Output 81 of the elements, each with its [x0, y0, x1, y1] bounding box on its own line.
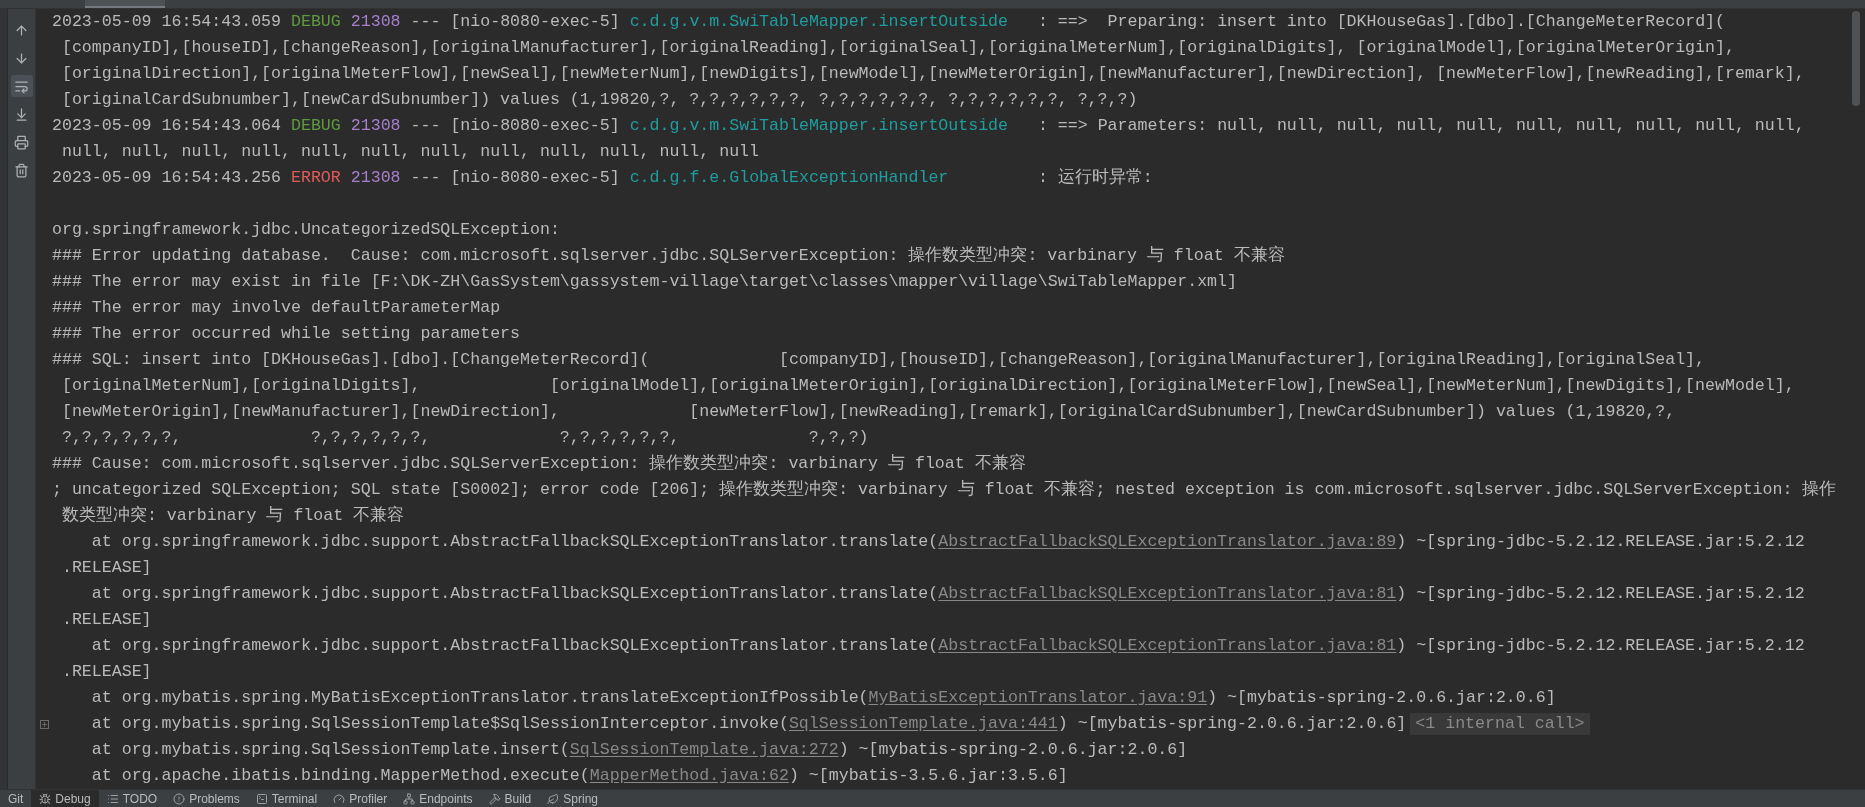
log-text: org.springframework.jdbc.UncategorizedSQLException:: [52, 218, 560, 241]
log-level: DEBUG: [291, 114, 341, 137]
alert-icon: [173, 792, 186, 805]
stack-frame: at org.mybatis.spring.MyBatisExceptionTranslator.translateExceptionIfPossible(MyBatisExceptionTranslator.java:91) ~[mybatis-spring-2.0.6.jar:2.0.6]: [52, 685, 1556, 711]
gauge-icon: [333, 792, 346, 805]
arrow-up-icon: [14, 22, 29, 38]
log-level: DEBUG: [291, 10, 341, 33]
source-link[interactable]: SqlSessionTemplate.java:272: [569, 739, 839, 759]
network-icon: [403, 792, 416, 805]
stack-frame: at org.apache.ibatis.binding.MapperMethod.execute(MapperMethod.java:62) ~[mybatis-3.5.6.jar:3.5.6]: [52, 763, 1068, 789]
logger-name: c.d.g.v.m.SwiTableMapper.insertOutside: [629, 11, 1009, 31]
bug-icon: [39, 792, 52, 805]
source-link[interactable]: AbstractFallbackSQLExceptionTranslator.java:81: [938, 583, 1397, 603]
stack-frame: at org.mybatis.spring.SqlSessionTemplate$SqlSessionInterceptor.invoke(SqlSessionTemplate.java:441) ~[mybatis-spring-2.0.6.jar:2.0.6]: [52, 711, 1407, 737]
tool-window-tab[interactable]: Endpoints: [395, 790, 481, 807]
log-text: .RELEASE]: [60, 660, 152, 683]
log-separator: ---: [410, 166, 441, 189]
logger-name: c.d.g.f.e.GlobalExceptionHandler: [629, 167, 949, 187]
stack-frame: at org.mybatis.spring.SqlSessionTemplate.insert(SqlSessionTemplate.java:272) ~[mybatis-spring-2.0.6.jar:2.0.6]: [52, 737, 1188, 763]
log-text: [originalMeterNum],[originalDigits], [originalModel],[originalMeterOrigin],[originalDirection],[originalMeterFlow],[newSeal],[newMeterNum],[newDigits],[newModel],: [60, 374, 1795, 397]
log-text: [originalCardSubnumber],[newCardSubnumber]) values (1,19820,?, ?,?,?,?,?,?, ?,?,?,?,?,?, ?,?,?,?,?,?, ?,?,?): [60, 88, 1138, 111]
tool-window-tab[interactable]: Problems: [165, 790, 248, 807]
tool-window-tab[interactable]: Terminal: [247, 790, 326, 807]
log-text: [companyID],[houseID],[changeReason],[originalManufacturer],[originalReading],[originalSeal],[originalMeterNum],[originalDigits], [originalModel],[originalMeterOrigin],: [60, 36, 1735, 59]
leaf-icon: [547, 792, 560, 805]
tool-window-tab[interactable]: Spring: [539, 790, 606, 807]
stack-frame: at org.springframework.jdbc.support.AbstractFallbackSQLExceptionTranslator.translate(AbstractFallbackSQLExceptionTranslator.java:81) ~[spring-jdbc-5.2.12.RELEASE.jar:5.2.12: [52, 633, 1805, 659]
log-text: ?,?,?,?,?,?, ?,?,?,?,?,?, ?,?,?,?,?,?, ?,?,?): [60, 426, 869, 449]
log-text: ; uncategorized SQLException; SQL state [S0002]; error code [206]; 操作数类型冲突: varbinary 与 float 不兼容; nested exception is com.microsoft.sqlserver.jdbc.SQLServerException: 操作: [52, 478, 1837, 501]
log-text: ### The error may involve defaultParameterMap: [52, 296, 501, 319]
log-text: ### Cause: com.microsoft.sqlserver.jdbc.SQLServerException: 操作数类型冲突: varbinary 与 float 不兼容: [52, 452, 1026, 475]
expand-icon[interactable]: [39, 719, 49, 729]
soft-wrap-button[interactable]: [10, 75, 33, 97]
scroll-to-end-icon: [14, 106, 29, 122]
internal-call-toggle[interactable]: <1 internal call>: [1410, 713, 1590, 735]
source-link[interactable]: SqlSessionTemplate.java:441: [788, 713, 1058, 733]
stack-frame: at org.springframework.jdbc.support.AbstractFallbackSQLExceptionTranslator.translate(AbstractFallbackSQLExceptionTranslator.java:89) ~[spring-jdbc-5.2.12.RELEASE.jar:5.2.12: [52, 529, 1805, 555]
log-text: ### The error may exist in file [F:\DK-ZH\GasSystem\gassystem-village\target\classes\mapper\village\SwiTableMapper.xml]: [52, 270, 1237, 293]
log-text: 数类型冲突: varbinary 与 float 不兼容: [60, 504, 405, 527]
log-separator: ---: [410, 114, 441, 137]
tool-window-tab[interactable]: Git: [0, 790, 32, 807]
process-id: 21308: [350, 10, 401, 33]
thread-name: [nio-8080-exec-5]: [450, 166, 620, 189]
tool-window-tab[interactable]: Build: [480, 790, 540, 807]
log-text: .RELEASE]: [60, 608, 152, 631]
log-text: [newMeterOrigin],[newManufacturer],[newDirection], [newMeterFlow],[newReading],[remark],[originalCardSubnumber],[newCardSubnumber]) values (1,19820,?,: [60, 400, 1676, 423]
log-message: : ==> Parameters: null, null, null, null, null, null, null, null, null, null,: [1037, 114, 1805, 137]
log-text: [originalDirection],[originalMeterFlow],[newSeal],[newMeterNum],[newDigits],[newModel],[newMeterOrigin],[newManufacturer],[newDirection], [newMeterFlow],[newReading],[remark],: [60, 62, 1805, 85]
log-text: .RELEASE]: [60, 556, 152, 579]
hammer-icon: [488, 792, 501, 805]
printer-icon: [14, 134, 29, 150]
scrollbar-thumb[interactable]: [1852, 11, 1860, 106]
thread-name: [nio-8080-exec-5]: [450, 10, 620, 33]
tool-window-tab[interactable]: TODO: [98, 790, 166, 807]
list-icon: [106, 792, 119, 805]
log-message: : ==> Preparing: insert into [DKHouseGas].[dbo].[ChangeMeterRecord](: [1037, 10, 1725, 33]
thread-name: [nio-8080-exec-5]: [450, 114, 620, 137]
log-text: ### SQL: insert into [DKHouseGas].[dbo].[ChangeMeterRecord]( [companyID],[houseID],[changeReason],[originalManufacturer],[originalReading],[originalSeal],: [52, 348, 1705, 371]
log-separator: ---: [410, 10, 441, 33]
process-id: 21308: [350, 114, 401, 137]
source-link[interactable]: AbstractFallbackSQLExceptionTranslator.java:81: [938, 635, 1397, 655]
log-level: ERROR: [291, 166, 341, 189]
source-link[interactable]: MyBatisExceptionTranslator.java:91: [868, 687, 1208, 707]
logger-name: c.d.g.v.m.SwiTableMapper.insertOutside: [629, 115, 1009, 135]
log-text: ### Error updating database. Cause: com.microsoft.sqlserver.jdbc.SQLServerException: 操作数类型冲突: varbinary 与 float 不兼容: [52, 244, 1285, 267]
trash-icon: [14, 162, 29, 178]
stack-frame: at org.springframework.jdbc.support.AbstractFallbackSQLExceptionTranslator.translate(AbstractFallbackSQLExceptionTranslator.java:81) ~[spring-jdbc-5.2.12.RELEASE.jar:5.2.12: [52, 581, 1805, 607]
arrow-down-icon: [14, 50, 29, 66]
source-link[interactable]: MapperMethod.java:62: [589, 765, 789, 785]
log-timestamp: 2023-05-09 16:54:43.059: [52, 10, 282, 33]
terminal-icon: [255, 792, 268, 805]
tool-window-tab[interactable]: Profiler: [325, 790, 396, 807]
log-text: ### The error occurred while setting parameters: [52, 322, 521, 345]
source-link[interactable]: AbstractFallbackSQLExceptionTranslator.java:89: [938, 531, 1397, 551]
log-text: null, null, null, null, null, null, null, null, null, null, null, null: [60, 140, 759, 163]
soft-wrap-icon: [14, 78, 29, 94]
process-id: 21308: [350, 166, 401, 189]
log-message: : 运行时异常:: [1037, 166, 1153, 189]
tool-window-tab[interactable]: Debug: [31, 790, 99, 807]
log-timestamp: 2023-05-09 16:54:43.256: [52, 166, 282, 189]
log-timestamp: 2023-05-09 16:54:43.064: [52, 114, 282, 137]
